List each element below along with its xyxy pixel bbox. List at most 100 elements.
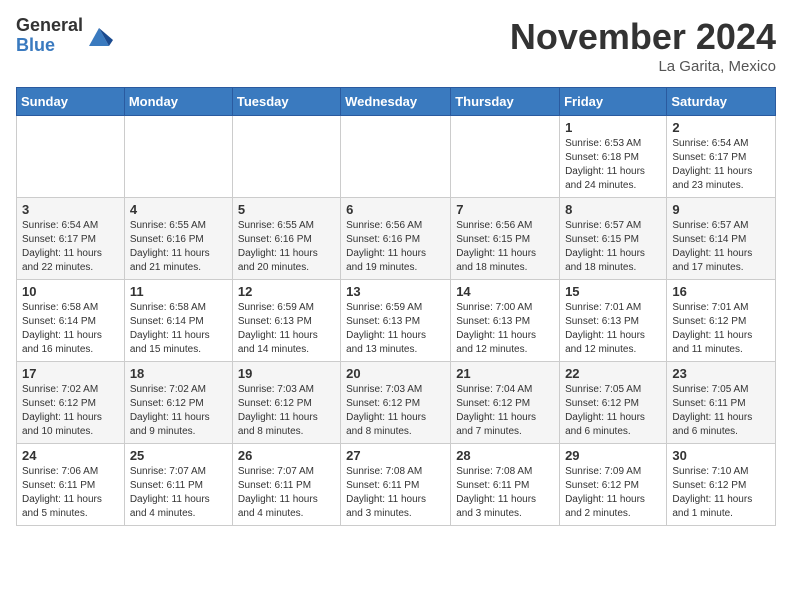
- calendar-cell: 9 Sunrise: 6:57 AM Sunset: 6:14 PM Daylig…: [667, 198, 776, 280]
- calendar-cell: 19 Sunrise: 7:03 AM Sunset: 6:12 PM Dayli…: [232, 362, 340, 444]
- location: La Garita, Mexico: [510, 58, 776, 75]
- header-row: Sunday Monday Tuesday Wednesday Thursday…: [17, 88, 776, 116]
- day-number: 30: [672, 448, 770, 463]
- calendar-cell: 22Sunrise: 7:05 AM Sunset: 6:12 PM Dayli…: [560, 362, 667, 444]
- calendar-cell: 17 Sunrise: 7:02 AM Sunset: 6:12 PM Dayli…: [17, 362, 125, 444]
- day-info: Sunrise: 7:03 AM Sunset: 6:12 PM Dayligh…: [346, 383, 445, 439]
- month-title: November 2024: [510, 16, 776, 58]
- day-number: 26: [238, 448, 335, 463]
- header-monday: Monday: [124, 88, 232, 116]
- calendar-cell: 23Sunrise: 7:05 AM Sunset: 6:11 PM Dayli…: [667, 362, 776, 444]
- day-number: 5: [238, 202, 335, 217]
- calendar-cell: 8Sunrise: 6:57 AM Sunset: 6:15 PM Daylig…: [560, 198, 667, 280]
- page-header: General Blue November 2024 La Garita, Me…: [16, 16, 776, 75]
- header-tuesday: Tuesday: [232, 88, 340, 116]
- calendar-cell: 15Sunrise: 7:01 AM Sunset: 6:13 PM Dayli…: [560, 280, 667, 362]
- day-number: 29: [565, 448, 661, 463]
- calendar-week-3: 17 Sunrise: 7:02 AM Sunset: 6:12 PM Dayli…: [17, 362, 776, 444]
- day-number: 27: [346, 448, 445, 463]
- day-info: Sunrise: 7:01 AM Sunset: 6:12 PM Dayligh…: [672, 301, 770, 357]
- calendar-cell: 18Sunrise: 7:02 AM Sunset: 6:12 PM Dayli…: [124, 362, 232, 444]
- calendar-cell: 7 Sunrise: 6:56 AM Sunset: 6:15 PM Daylig…: [451, 198, 560, 280]
- calendar-cell: 4Sunrise: 6:55 AM Sunset: 6:16 PM Daylig…: [124, 198, 232, 280]
- day-number: 19: [238, 366, 335, 381]
- day-number: 13: [346, 284, 445, 299]
- logo-general: General: [16, 16, 83, 36]
- calendar: Sunday Monday Tuesday Wednesday Thursday…: [16, 87, 776, 526]
- day-info: Sunrise: 7:10 AM Sunset: 6:12 PM Dayligh…: [672, 465, 770, 521]
- day-number: 8: [565, 202, 661, 217]
- calendar-cell: 11Sunrise: 6:58 AM Sunset: 6:14 PM Dayli…: [124, 280, 232, 362]
- logo-icon: [85, 22, 113, 50]
- calendar-cell: [341, 116, 451, 198]
- calendar-cell: 25 Sunrise: 7:07 AM Sunset: 6:11 PM Dayli…: [124, 444, 232, 526]
- calendar-week-4: 24 Sunrise: 7:06 AM Sunset: 6:11 PM Dayli…: [17, 444, 776, 526]
- day-number: 7: [456, 202, 554, 217]
- day-info: Sunrise: 6:56 AM Sunset: 6:15 PM Dayligh…: [456, 219, 554, 275]
- title-area: November 2024 La Garita, Mexico: [510, 16, 776, 75]
- day-number: 20: [346, 366, 445, 381]
- calendar-cell: 1 Sunrise: 6:53 AM Sunset: 6:18 PM Daylig…: [560, 116, 667, 198]
- header-wednesday: Wednesday: [341, 88, 451, 116]
- day-info: Sunrise: 7:08 AM Sunset: 6:11 PM Dayligh…: [456, 465, 554, 521]
- calendar-cell: 2 Sunrise: 6:54 AM Sunset: 6:17 PM Daylig…: [667, 116, 776, 198]
- calendar-cell: 10 Sunrise: 6:58 AM Sunset: 6:14 PM Dayli…: [17, 280, 125, 362]
- day-number: 2: [672, 120, 770, 135]
- day-info: Sunrise: 6:58 AM Sunset: 6:14 PM Dayligh…: [22, 301, 119, 357]
- day-info: Sunrise: 7:03 AM Sunset: 6:12 PM Dayligh…: [238, 383, 335, 439]
- day-info: Sunrise: 6:53 AM Sunset: 6:18 PM Dayligh…: [565, 137, 661, 193]
- day-number: 28: [456, 448, 554, 463]
- day-info: Sunrise: 7:00 AM Sunset: 6:13 PM Dayligh…: [456, 301, 554, 357]
- calendar-cell: 26Sunrise: 7:07 AM Sunset: 6:11 PM Dayli…: [232, 444, 340, 526]
- day-number: 21: [456, 366, 554, 381]
- day-number: 6: [346, 202, 445, 217]
- calendar-week-2: 10 Sunrise: 6:58 AM Sunset: 6:14 PM Dayli…: [17, 280, 776, 362]
- day-info: Sunrise: 7:01 AM Sunset: 6:13 PM Dayligh…: [565, 301, 661, 357]
- calendar-cell: 21 Sunrise: 7:04 AM Sunset: 6:12 PM Dayli…: [451, 362, 560, 444]
- day-info: Sunrise: 6:54 AM Sunset: 6:17 PM Dayligh…: [672, 137, 770, 193]
- day-info: Sunrise: 6:58 AM Sunset: 6:14 PM Dayligh…: [130, 301, 227, 357]
- calendar-cell: 13 Sunrise: 6:59 AM Sunset: 6:13 PM Dayli…: [341, 280, 451, 362]
- day-number: 1: [565, 120, 661, 135]
- day-info: Sunrise: 7:05 AM Sunset: 6:11 PM Dayligh…: [672, 383, 770, 439]
- day-number: 17: [22, 366, 119, 381]
- day-info: Sunrise: 6:57 AM Sunset: 6:14 PM Dayligh…: [672, 219, 770, 275]
- calendar-cell: 30 Sunrise: 7:10 AM Sunset: 6:12 PM Dayli…: [667, 444, 776, 526]
- day-info: Sunrise: 7:07 AM Sunset: 6:11 PM Dayligh…: [130, 465, 227, 521]
- day-number: 22: [565, 366, 661, 381]
- day-info: Sunrise: 6:59 AM Sunset: 6:13 PM Dayligh…: [346, 301, 445, 357]
- day-info: Sunrise: 7:04 AM Sunset: 6:12 PM Dayligh…: [456, 383, 554, 439]
- day-info: Sunrise: 6:55 AM Sunset: 6:16 PM Dayligh…: [238, 219, 335, 275]
- calendar-cell: 3Sunrise: 6:54 AM Sunset: 6:17 PM Daylig…: [17, 198, 125, 280]
- header-thursday: Thursday: [451, 88, 560, 116]
- day-info: Sunrise: 7:06 AM Sunset: 6:11 PM Dayligh…: [22, 465, 119, 521]
- day-number: 14: [456, 284, 554, 299]
- day-number: 25: [130, 448, 227, 463]
- day-info: Sunrise: 7:02 AM Sunset: 6:12 PM Dayligh…: [130, 383, 227, 439]
- calendar-cell: 5 Sunrise: 6:55 AM Sunset: 6:16 PM Daylig…: [232, 198, 340, 280]
- calendar-cell: [124, 116, 232, 198]
- calendar-week-1: 3Sunrise: 6:54 AM Sunset: 6:17 PM Daylig…: [17, 198, 776, 280]
- calendar-cell: 12Sunrise: 6:59 AM Sunset: 6:13 PM Dayli…: [232, 280, 340, 362]
- day-number: 3: [22, 202, 119, 217]
- calendar-cell: [451, 116, 560, 198]
- day-number: 16: [672, 284, 770, 299]
- logo: General Blue: [16, 16, 113, 56]
- day-number: 10: [22, 284, 119, 299]
- calendar-cell: 27 Sunrise: 7:08 AM Sunset: 6:11 PM Dayli…: [341, 444, 451, 526]
- day-info: Sunrise: 7:09 AM Sunset: 6:12 PM Dayligh…: [565, 465, 661, 521]
- calendar-cell: 16 Sunrise: 7:01 AM Sunset: 6:12 PM Dayli…: [667, 280, 776, 362]
- day-info: Sunrise: 7:08 AM Sunset: 6:11 PM Dayligh…: [346, 465, 445, 521]
- day-number: 24: [22, 448, 119, 463]
- day-info: Sunrise: 7:02 AM Sunset: 6:12 PM Dayligh…: [22, 383, 119, 439]
- day-info: Sunrise: 6:59 AM Sunset: 6:13 PM Dayligh…: [238, 301, 335, 357]
- day-number: 4: [130, 202, 227, 217]
- day-number: 9: [672, 202, 770, 217]
- calendar-cell: [17, 116, 125, 198]
- calendar-week-0: 1 Sunrise: 6:53 AM Sunset: 6:18 PM Daylig…: [17, 116, 776, 198]
- header-friday: Friday: [560, 88, 667, 116]
- header-saturday: Saturday: [667, 88, 776, 116]
- calendar-cell: 14 Sunrise: 7:00 AM Sunset: 6:13 PM Dayli…: [451, 280, 560, 362]
- calendar-cell: 29 Sunrise: 7:09 AM Sunset: 6:12 PM Dayli…: [560, 444, 667, 526]
- calendar-cell: 24 Sunrise: 7:06 AM Sunset: 6:11 PM Dayli…: [17, 444, 125, 526]
